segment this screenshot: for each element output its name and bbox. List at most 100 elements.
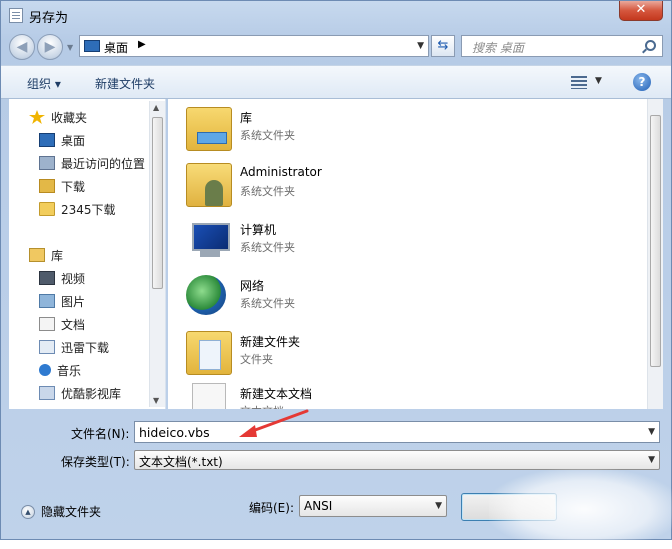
sidebar-libraries[interactable]: 库 bbox=[29, 245, 63, 265]
library-icon bbox=[186, 107, 232, 151]
scrollbar-thumb[interactable] bbox=[650, 115, 661, 367]
view-dropdown-icon[interactable]: ▼ bbox=[595, 76, 602, 86]
star-icon bbox=[29, 110, 45, 124]
file-item-computer[interactable]: 计算机 系统文件夹 bbox=[186, 217, 506, 267]
sidebar-item-label: 下载 bbox=[61, 179, 86, 194]
filetype-dropdown-icon[interactable]: ▼ bbox=[648, 455, 655, 465]
recent-pages-dropdown-icon[interactable]: ▼ bbox=[67, 43, 73, 52]
hide-folders-toggle[interactable]: ▲ 隐藏文件夹 bbox=[21, 503, 101, 520]
file-type: 系统文件夹 bbox=[240, 241, 295, 254]
filetype-value: 文本文档(*.txt) bbox=[139, 455, 223, 469]
organize-button[interactable]: 组织 ▾ bbox=[27, 75, 61, 92]
file-list: 库 系统文件夹 Administrator 系统文件夹 计算机 系统文件夹 网络… bbox=[168, 99, 647, 409]
file-item-network[interactable]: 网络 系统文件夹 bbox=[186, 273, 506, 323]
file-item-new-text-document[interactable]: 新建文本文档 文本文档 bbox=[186, 381, 506, 409]
file-name: 网络 bbox=[240, 279, 265, 293]
recent-places-icon bbox=[39, 156, 55, 170]
sidebar-item-pictures[interactable]: 图片 bbox=[39, 291, 85, 311]
encoding-dropdown-icon[interactable]: ▼ bbox=[435, 501, 442, 511]
video-icon bbox=[39, 271, 55, 285]
computer-icon bbox=[186, 219, 232, 263]
scroll-down-icon[interactable]: ▼ bbox=[153, 396, 159, 405]
search-placeholder: 搜索 桌面 bbox=[472, 41, 524, 55]
youku-icon bbox=[39, 386, 55, 400]
music-icon bbox=[39, 364, 51, 376]
breadcrumb-chevron-icon[interactable]: ▶ bbox=[138, 39, 146, 50]
desktop-icon bbox=[39, 133, 55, 147]
annotation-arrow-icon bbox=[239, 409, 309, 437]
user-folder-icon bbox=[186, 163, 232, 207]
scrollbar-thumb[interactable] bbox=[152, 117, 163, 289]
sidebar-item-label: 文档 bbox=[61, 317, 86, 332]
sidebar-item-music[interactable]: 音乐 bbox=[39, 360, 81, 380]
navigation-pane-scrollbar[interactable]: ▲ ▼ bbox=[149, 101, 165, 407]
file-list-scrollbar[interactable] bbox=[647, 99, 663, 409]
view-options-icon[interactable] bbox=[571, 76, 587, 89]
thunder-download-icon bbox=[39, 340, 55, 354]
highlight-overlay bbox=[489, 469, 672, 549]
encoding-select[interactable]: ANSI ▼ bbox=[299, 495, 447, 517]
filetype-label: 保存类型(T): bbox=[61, 455, 130, 469]
refresh-button[interactable]: ⇆ bbox=[431, 35, 455, 57]
sidebar-item-label: 优酷影视库 bbox=[61, 386, 122, 401]
file-name: 新建文件夹 bbox=[240, 335, 301, 349]
back-button[interactable]: ◀ bbox=[9, 34, 35, 60]
notepad-icon bbox=[9, 8, 23, 23]
network-icon bbox=[186, 275, 226, 315]
sidebar-item-label: 桌面 bbox=[61, 133, 86, 148]
filename-dropdown-icon[interactable]: ▼ bbox=[648, 427, 655, 437]
sidebar-item-label: 视频 bbox=[61, 271, 86, 286]
file-type: 系统文件夹 bbox=[240, 185, 295, 198]
sidebar-item-recent-places[interactable]: 最近访问的位置 bbox=[39, 153, 145, 173]
sidebar-item-thunder-downloads[interactable]: 迅雷下载 bbox=[39, 337, 109, 357]
sidebar-item-label: 音乐 bbox=[57, 363, 82, 378]
filetype-select[interactable]: 文本文档(*.txt) ▼ bbox=[134, 450, 660, 470]
file-item-library[interactable]: 库 系统文件夹 bbox=[186, 105, 506, 155]
text-document-icon bbox=[192, 383, 226, 409]
file-name: 库 bbox=[240, 111, 253, 125]
sidebar-item-label: 最近访问的位置 bbox=[61, 156, 146, 171]
save-as-dialog: 另存为 ✕ ◀ ▶ ▼ 桌面 ▶ ▼ ⇆ 搜索 桌面 组织 ▾ 新建文件夹 ▼ … bbox=[0, 0, 672, 549]
search-input[interactable]: 搜索 桌面 bbox=[461, 35, 663, 57]
file-item-new-folder[interactable]: 新建文件夹 文件夹 bbox=[186, 329, 506, 379]
file-name: 计算机 bbox=[240, 223, 277, 237]
file-name: Administrator bbox=[240, 165, 322, 179]
folder-icon bbox=[39, 202, 55, 216]
sidebar-item-youku[interactable]: 优酷影视库 bbox=[39, 383, 121, 403]
file-name: 新建文本文档 bbox=[240, 387, 313, 401]
new-folder-button[interactable]: 新建文件夹 bbox=[95, 75, 155, 92]
toolbar: 组织 ▾ 新建文件夹 ▼ ? bbox=[1, 65, 671, 99]
sidebar-item-label: 收藏夹 bbox=[51, 110, 88, 125]
help-icon[interactable]: ? bbox=[633, 73, 651, 91]
filename-value: hideico.vbs bbox=[139, 425, 210, 440]
pictures-icon bbox=[39, 294, 55, 308]
file-type: 系统文件夹 bbox=[240, 297, 295, 310]
title-bar: 另存为 ✕ bbox=[1, 1, 671, 29]
close-button[interactable]: ✕ bbox=[619, 1, 663, 21]
sidebar-item-label: 图片 bbox=[61, 294, 86, 309]
folder-icon bbox=[186, 331, 232, 375]
desktop-icon bbox=[84, 40, 100, 52]
filename-label: 文件名(N): bbox=[71, 427, 130, 441]
sidebar-item-desktop[interactable]: 桌面 bbox=[39, 130, 85, 150]
sidebar-item-downloads[interactable]: 下载 bbox=[39, 176, 85, 196]
search-icon[interactable] bbox=[645, 40, 656, 51]
sidebar-favorites[interactable]: 收藏夹 bbox=[29, 107, 87, 127]
encoding-label: 编码(E): bbox=[249, 501, 294, 515]
file-item-administrator[interactable]: Administrator 系统文件夹 bbox=[186, 161, 506, 211]
address-bar[interactable]: 桌面 ▶ ▼ bbox=[79, 35, 429, 57]
sidebar-item-videos[interactable]: 视频 bbox=[39, 268, 85, 288]
sidebar-item-documents[interactable]: 文档 bbox=[39, 314, 85, 334]
forward-button[interactable]: ▶ bbox=[37, 34, 63, 60]
sidebar-item-label: 迅雷下载 bbox=[61, 340, 110, 355]
navigation-bar: ◀ ▶ ▼ 桌面 ▶ ▼ ⇆ 搜索 桌面 bbox=[1, 31, 671, 61]
window-title: 另存为 bbox=[29, 11, 69, 26]
file-type: 文件夹 bbox=[240, 353, 273, 366]
scroll-up-icon[interactable]: ▲ bbox=[153, 103, 159, 112]
address-text: 桌面 bbox=[104, 41, 129, 55]
sidebar-item-2345-downloads[interactable]: 2345下载 bbox=[39, 199, 116, 219]
sidebar-item-label: 库 bbox=[51, 248, 64, 263]
encoding-value: ANSI bbox=[304, 499, 333, 513]
filename-input[interactable]: hideico.vbs ▼ bbox=[134, 421, 660, 443]
address-dropdown-icon[interactable]: ▼ bbox=[417, 41, 424, 51]
